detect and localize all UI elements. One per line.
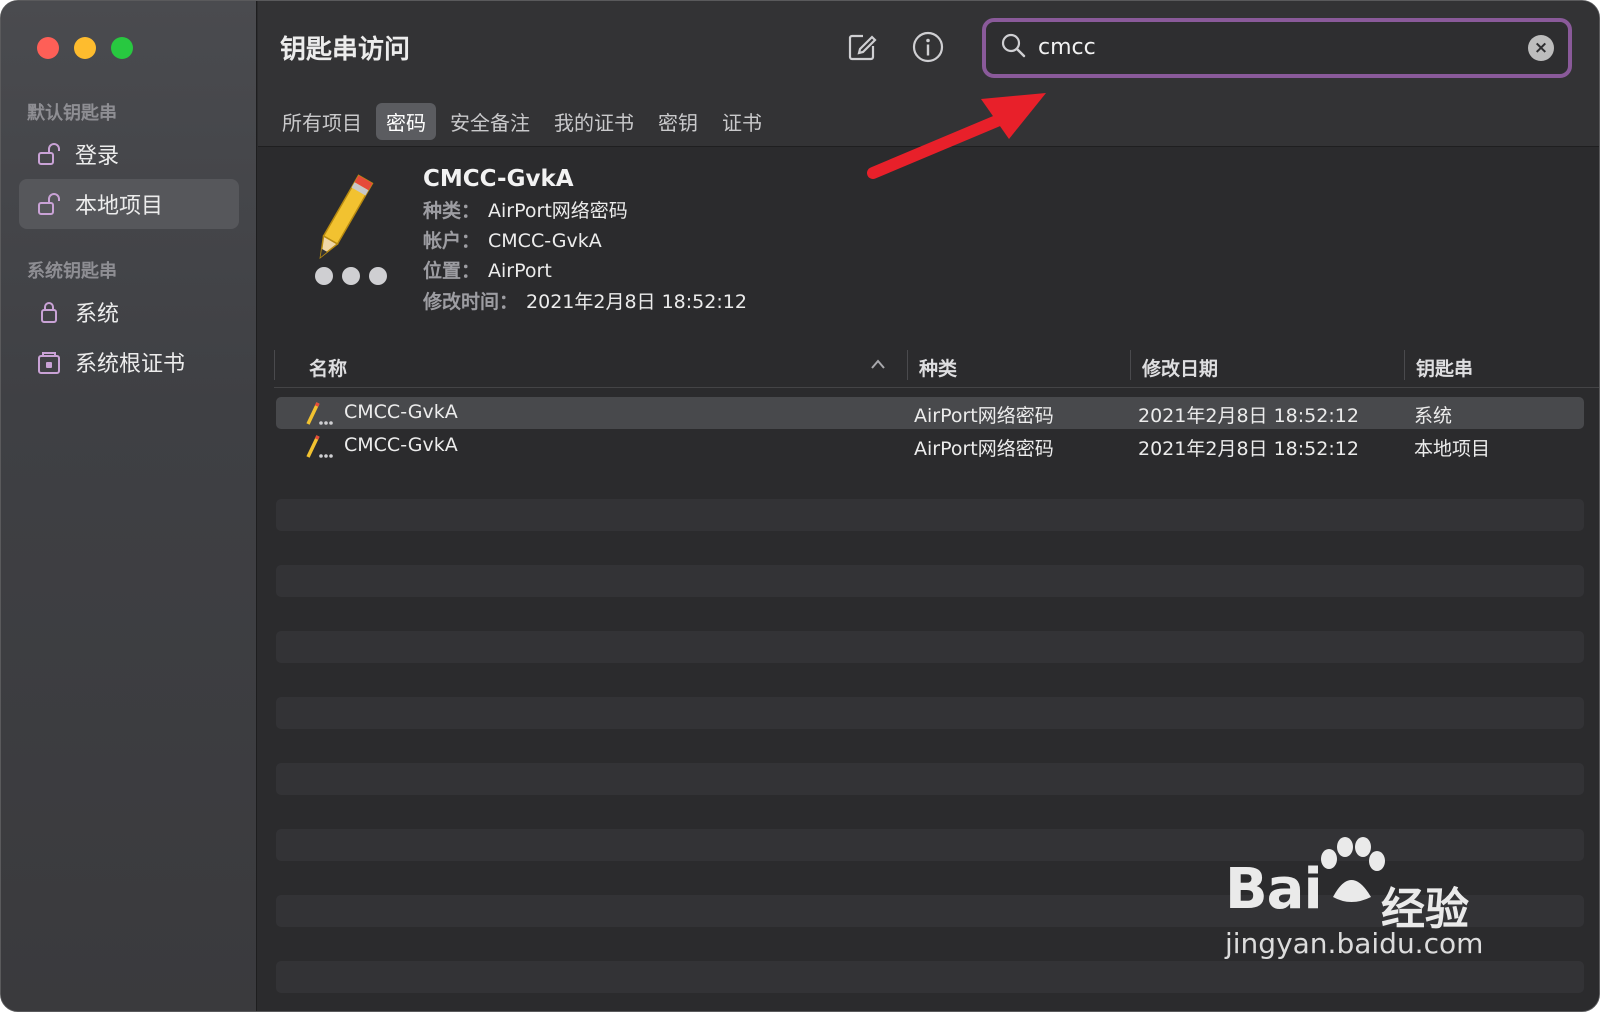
row-name: CMCC-GvkA <box>344 401 458 423</box>
detail-kind: 种类： AirPort网络密码 <box>423 196 628 223</box>
window-title: 钥匙串访问 <box>280 35 411 65</box>
row-kind: AirPort网络密码 <box>914 438 1054 460</box>
column-divider[interactable] <box>1130 350 1131 380</box>
watermark-brand: Bai <box>1225 857 1323 922</box>
sidebar-section-default: 默认钥匙串 <box>27 103 117 124</box>
sidebar-item-local-items[interactable]: 本地项目 <box>19 179 239 229</box>
unlocked-padlock-icon <box>35 190 63 218</box>
detail-account-value: CMCC-GvkA <box>488 230 602 252</box>
close-window-button[interactable] <box>37 37 59 59</box>
pencil-password-icon <box>282 168 394 286</box>
baidu-watermark: Bai 经验 jingyan.baidu.com <box>1225 837 1525 977</box>
column-header-keychain[interactable]: 钥匙串 <box>1416 354 1473 381</box>
tab-my-certificates[interactable]: 我的证书 <box>544 103 644 140</box>
detail-modified: 修改时间： 2021年2月8日 18:52:12 <box>423 287 747 314</box>
empty-row-stripe <box>276 631 1584 663</box>
pencil-password-icon <box>306 402 333 425</box>
search-icon <box>1000 32 1026 62</box>
column-divider <box>274 350 275 380</box>
column-divider[interactable] <box>907 350 908 380</box>
detail-account: 帐户： CMCC-GvkA <box>423 226 602 253</box>
sidebar-item-system[interactable]: 系统 <box>19 287 239 337</box>
empty-row-stripe <box>276 763 1584 795</box>
sort-ascending-icon[interactable] <box>870 358 886 370</box>
column-header-name[interactable]: 名称 <box>309 354 347 381</box>
tab-passwords[interactable]: 密码 <box>376 103 436 140</box>
info-icon[interactable] <box>908 27 948 67</box>
sidebar-item-label: 登录 <box>75 144 120 169</box>
tab-certificates[interactable]: 证书 <box>712 103 772 140</box>
sidebar-item-login[interactable]: 登录 <box>19 129 239 179</box>
empty-row-stripe <box>276 697 1584 729</box>
row-keychain: 系统 <box>1414 405 1453 427</box>
tab-secure-notes[interactable]: 安全备注 <box>440 103 540 140</box>
pencil-password-icon <box>306 435 333 458</box>
row-date: 2021年2月8日 18:52:12 <box>1138 405 1359 427</box>
clear-icon[interactable]: × <box>1528 35 1554 61</box>
paw-logo-icon <box>1321 837 1385 902</box>
sidebar-item-label: 系统 <box>75 302 120 327</box>
empty-row-stripe <box>276 565 1584 597</box>
detail-location-value: AirPort <box>488 260 552 282</box>
search-field[interactable]: cmcc × <box>982 18 1572 78</box>
column-divider[interactable] <box>1404 350 1405 380</box>
row-kind: AirPort网络密码 <box>914 405 1054 427</box>
row-name: CMCC-GvkA <box>344 434 458 456</box>
row-keychain: 本地项目 <box>1414 438 1491 460</box>
search-input[interactable]: cmcc <box>1038 35 1096 60</box>
sidebar-section-system: 系统钥匙串 <box>27 261 117 282</box>
sidebar-item-label: 本地项目 <box>75 194 164 219</box>
column-header-kind[interactable]: 种类 <box>919 354 957 381</box>
detail-modified-value: 2021年2月8日 18:52:12 <box>526 291 747 313</box>
table-row[interactable]: CMCC-GvkA AirPort网络密码 2021年2月8日 18:52:12… <box>276 397 1584 429</box>
detail-item-name: CMCC-GvkA <box>423 166 574 192</box>
locked-cabinet-icon <box>35 348 63 376</box>
sidebar: 默认钥匙串 登录 本地项目 系统钥匙串 系统 系统根证书 <box>1 1 257 1011</box>
tab-all-items[interactable]: 所有项目 <box>272 103 372 140</box>
annotation-arrow-icon <box>867 93 1046 179</box>
tab-keys[interactable]: 密钥 <box>648 103 708 140</box>
empty-row-stripe <box>276 499 1584 531</box>
row-date: 2021年2月8日 18:52:12 <box>1138 438 1359 460</box>
minimize-window-button[interactable] <box>74 37 96 59</box>
table-row[interactable]: CMCC-GvkA AirPort网络密码 2021年2月8日 18:52:12… <box>276 430 1584 462</box>
unlocked-padlock-icon <box>35 140 63 168</box>
compose-icon[interactable] <box>842 27 882 67</box>
detail-location: 位置： AirPort <box>423 256 552 283</box>
column-header-date[interactable]: 修改日期 <box>1142 354 1218 381</box>
locked-padlock-icon <box>35 298 63 326</box>
watermark-url: jingyan.baidu.com <box>1225 927 1484 960</box>
detail-location-label: 位置： <box>423 260 481 282</box>
detail-kind-value: AirPort网络密码 <box>488 200 628 222</box>
detail-kind-label: 种类： <box>423 200 481 222</box>
toolbar: 钥匙串访问 cmcc × <box>258 1 1599 97</box>
sidebar-item-system-roots[interactable]: 系统根证书 <box>19 337 239 387</box>
sidebar-item-label: 系统根证书 <box>75 352 186 377</box>
keychain-window: 默认钥匙串 登录 本地项目 系统钥匙串 系统 系统根证书 钥匙串访问 cmcc … <box>0 0 1600 1012</box>
detail-modified-label: 修改时间： <box>423 291 519 313</box>
zoom-window-button[interactable] <box>111 37 133 59</box>
detail-account-label: 帐户： <box>423 230 481 252</box>
table-header: 名称 种类 修改日期 钥匙串 <box>274 344 1599 388</box>
